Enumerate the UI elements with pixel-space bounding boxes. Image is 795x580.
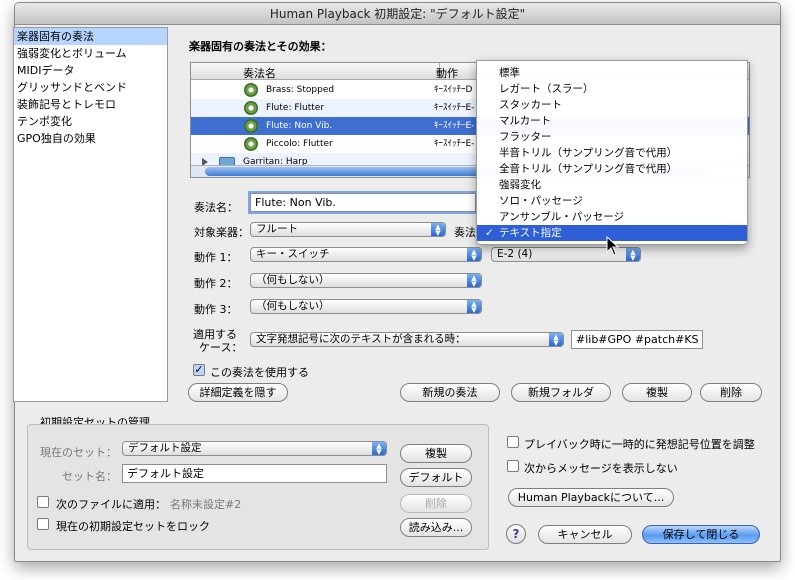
column-header-name[interactable]: 奏法名 bbox=[243, 65, 276, 81]
section-title: 楽器固有の奏法とその効果： bbox=[189, 40, 332, 53]
menu-item-flutter[interactable]: フラッター bbox=[477, 129, 747, 145]
sidebar-item-instrument-techniques[interactable]: 楽器固有の奏法 bbox=[14, 28, 167, 45]
lock-set-checkbox[interactable] bbox=[37, 518, 49, 530]
row-action: ｷｰｽｲｯﾁｰE- bbox=[434, 121, 475, 131]
menu-item-solo-passage[interactable]: ソロ・パッセージ bbox=[477, 193, 747, 209]
apply-to-file-checkbox[interactable] bbox=[37, 496, 49, 508]
technique-name-label: 奏法名： bbox=[194, 201, 238, 214]
hide-messages-label: 次からメッセージを表示しない bbox=[524, 462, 678, 475]
category-list[interactable]: 楽器固有の奏法 強弱変化とボリューム MIDIデータ グリッサンドとベンド 装飾… bbox=[13, 27, 168, 402]
adjust-position-checkbox[interactable] bbox=[507, 436, 519, 448]
menu-item-staccato[interactable]: スタッカート bbox=[477, 97, 747, 113]
preset-load-button[interactable]: 読み込み... bbox=[400, 518, 472, 537]
menu-item-dynamics[interactable]: 強弱変化 bbox=[477, 177, 747, 193]
row-name: Flute: Flutter bbox=[266, 103, 325, 113]
technique-name-input[interactable]: Flute: Non Vib. bbox=[248, 191, 478, 214]
action1-label: 動作 1： bbox=[194, 251, 238, 264]
action2-value: （何もしない） bbox=[256, 274, 330, 286]
apply-case-value: 文字発想記号に次のテキストが含まれる時： bbox=[256, 333, 466, 345]
sidebar-item-glissando-bend[interactable]: グリッサンドとベンド bbox=[14, 79, 167, 96]
delete-button[interactable]: 削除 bbox=[700, 383, 762, 402]
instrument-label: 対象楽器： bbox=[194, 226, 249, 239]
row-name: Flute: Non Vib. bbox=[266, 121, 333, 131]
set-name-label: セット名： bbox=[62, 470, 117, 483]
apply-to-file-label: 次のファイルに適用： bbox=[56, 498, 166, 511]
popup-arrows-icon: ▲▼ bbox=[549, 333, 563, 346]
action2-label: 動作 2： bbox=[194, 277, 238, 290]
gear-icon bbox=[244, 137, 258, 151]
gear-icon bbox=[244, 119, 258, 133]
menu-item-standard[interactable]: 標準 bbox=[477, 65, 747, 81]
popup-arrows-icon: ▲▼ bbox=[372, 442, 386, 455]
action1-note-value: E-2 (4) bbox=[497, 248, 533, 260]
row-action: ｷｰｽｲｯﾁｰE- bbox=[434, 103, 475, 113]
action1-select[interactable]: キー・スイッチ ▲ ▼ bbox=[250, 247, 482, 262]
new-folder-button[interactable]: 新規フォルダ bbox=[511, 383, 611, 402]
help-icon[interactable]: ? bbox=[506, 524, 526, 544]
hide-details-button[interactable]: 詳細定義を隠す bbox=[188, 383, 288, 402]
action2-select[interactable]: （何もしない） ▲ ▼ bbox=[250, 273, 482, 288]
popup-arrows-icon: ▲▼ bbox=[431, 223, 445, 236]
sidebar-item-gpo-effects[interactable]: GPO独自の効果 bbox=[14, 130, 167, 147]
popup-arrows-icon: ▲▼ bbox=[467, 274, 481, 287]
action1-value: キー・スイッチ bbox=[256, 248, 330, 260]
sidebar-item-ornaments-tremolo[interactable]: 装飾記号とトレモロ bbox=[14, 96, 167, 113]
use-technique-checkbox[interactable]: ✓ bbox=[193, 364, 205, 376]
menu-item-label: テキスト指定 bbox=[499, 227, 562, 239]
adjust-position-label: プレイバック時に一時的に発想記号位置を調整 bbox=[524, 438, 755, 451]
apply-case-select[interactable]: 文字発想記号に次のテキストが含まれる時： ▲ ▼ bbox=[250, 332, 564, 347]
menu-item-whole-trill[interactable]: 全音トリル（サンプリング音で代用） bbox=[477, 161, 747, 177]
action3-select[interactable]: （何もしない） ▲ ▼ bbox=[250, 299, 482, 314]
hide-messages-checkbox[interactable] bbox=[507, 460, 519, 472]
use-technique-label: この奏法を使用する bbox=[210, 366, 309, 379]
set-name-input[interactable]: デフォルト設定 bbox=[122, 464, 387, 483]
current-set-value: デフォルト設定 bbox=[128, 442, 202, 454]
checkmark-icon: ✓ bbox=[485, 227, 494, 239]
popup-arrows-icon: ▲▼ bbox=[467, 248, 481, 261]
row-action: ｷｰｽｲｯﾁｰD bbox=[434, 85, 473, 95]
cancel-button[interactable]: キャンセル bbox=[538, 525, 632, 544]
current-set-label: 現在のセット： bbox=[40, 446, 117, 459]
duplicate-button[interactable]: 複製 bbox=[622, 383, 692, 402]
popup-arrows-icon: ▲▼ bbox=[467, 300, 481, 313]
preset-delete-button[interactable]: 削除 bbox=[400, 494, 472, 513]
new-technique-button[interactable]: 新規の奏法 bbox=[400, 383, 500, 402]
preset-default-button[interactable]: デフォルト bbox=[400, 468, 472, 487]
current-set-select[interactable]: デフォルト設定 ▲ ▼ bbox=[122, 441, 387, 456]
menu-item-half-trill[interactable]: 半音トリル（サンプリング音で代用） bbox=[477, 145, 747, 161]
row-name: Piccolo: Flutter bbox=[266, 139, 333, 149]
action3-label: 動作 3： bbox=[194, 303, 238, 316]
sidebar-item-dynamics-volume[interactable]: 強弱変化とボリューム bbox=[14, 45, 167, 62]
gear-icon bbox=[244, 101, 258, 115]
lock-set-label: 現在の初期設定セットをロック bbox=[56, 520, 210, 533]
menu-item-legato[interactable]: レガート（スラー） bbox=[477, 81, 747, 97]
instrument-value: フルート bbox=[256, 223, 298, 235]
menu-item-marcato[interactable]: マルカート bbox=[477, 113, 747, 129]
preset-duplicate-button[interactable]: 複製 bbox=[400, 444, 472, 463]
popup-arrows-icon: ▲▼ bbox=[626, 248, 640, 261]
action3-value: （何もしない） bbox=[256, 300, 330, 312]
sidebar-item-tempo-change[interactable]: テンポ変化 bbox=[14, 113, 167, 130]
mouse-pointer-icon bbox=[606, 236, 620, 256]
row-action: ｷｰｽｲｯﾁｰE- bbox=[434, 139, 475, 149]
technique-type-menu[interactable]: 標準 レガート（スラー） スタッカート マルカート フラッター 半音トリル（サン… bbox=[476, 60, 748, 245]
sidebar-item-midi-data[interactable]: MIDIデータ bbox=[14, 62, 167, 79]
save-close-button[interactable]: 保存して閉じる bbox=[642, 525, 760, 544]
window-title: Human Playback 初期設定: "デフォルト設定" bbox=[15, 3, 780, 25]
technique-type-label: 奏法 bbox=[454, 226, 476, 239]
row-name: Brass: Stopped bbox=[266, 85, 335, 95]
apply-to-file-value: 名称未設定#2 bbox=[170, 498, 242, 511]
column-header-action[interactable]: 動作 bbox=[436, 65, 458, 81]
gear-icon bbox=[244, 83, 258, 97]
apply-case-text-input[interactable]: #lib#GPO #patch#KS bbox=[571, 330, 703, 349]
about-button[interactable]: Human Playbackについて... bbox=[508, 488, 674, 507]
apply-case-label-line2: ケース： bbox=[199, 341, 243, 354]
instrument-select[interactable]: フルート ▲ ▼ bbox=[250, 222, 446, 237]
menu-item-ensemble-passage[interactable]: アンサンブル・パッセージ bbox=[477, 209, 747, 225]
